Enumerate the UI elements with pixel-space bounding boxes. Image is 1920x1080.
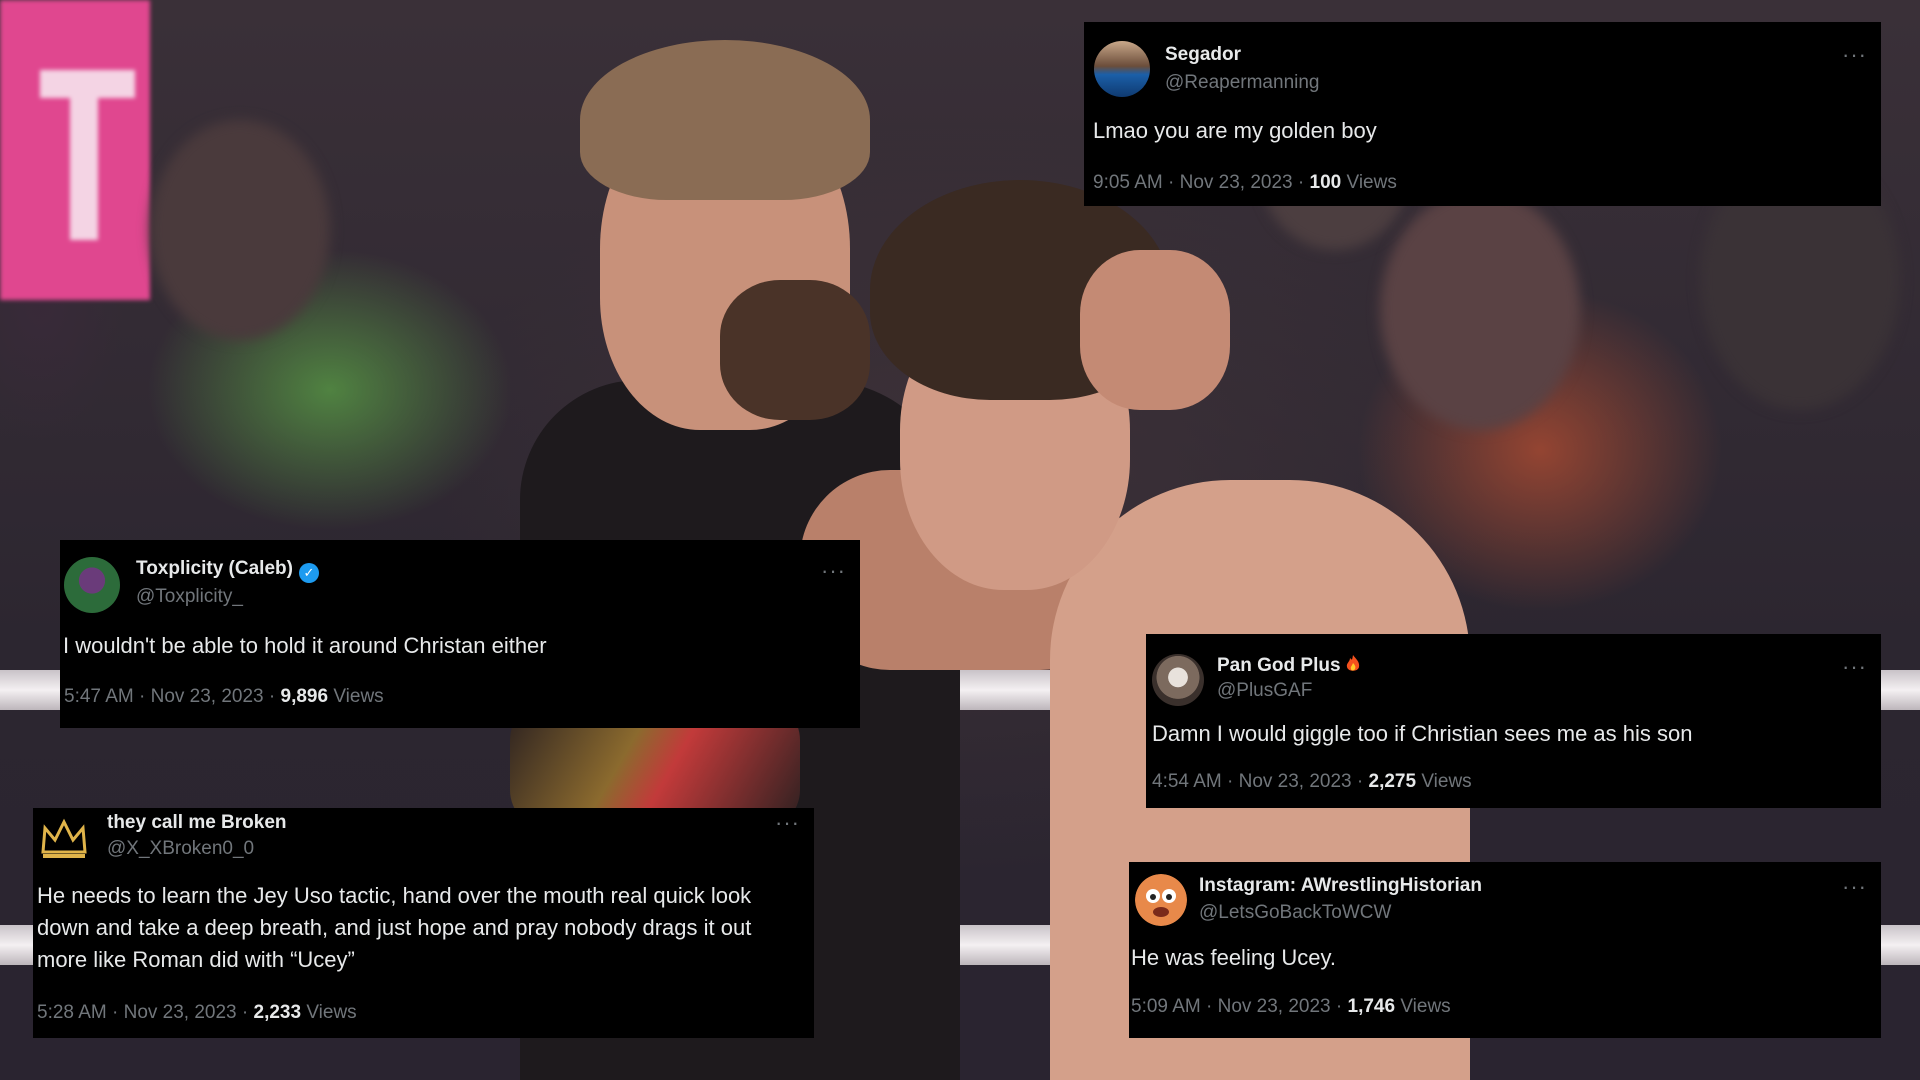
more-options-icon[interactable]: ··· <box>775 812 800 834</box>
display-name[interactable]: they call me Broken <box>107 812 287 834</box>
tweet-card[interactable]: Instagram: AWrestlingHistorian @LetsGoBa… <box>1129 862 1881 1038</box>
wrestler-hand <box>1080 250 1230 410</box>
user-handle[interactable]: @X_XBroken0_0 <box>107 838 254 860</box>
views-count: 2,275 <box>1368 771 1417 792</box>
avatar[interactable] <box>1094 41 1150 97</box>
views-label: Views <box>1395 996 1451 1017</box>
tweet-card[interactable]: Toxplicity (Caleb) ✓ @Toxplicity_ ··· I w… <box>60 540 860 728</box>
tweet-card[interactable]: Pan God Plus @PlusGAF ··· Damn I would g… <box>1146 634 1881 808</box>
timestamp[interactable]: 4:54 AM · Nov 23, 2023 · <box>1152 771 1369 792</box>
views-count: 1,746 <box>1347 996 1396 1017</box>
tweet-text: I wouldn't be able to hold it around Chr… <box>63 633 547 658</box>
user-handle[interactable]: @PlusGAF <box>1217 680 1312 702</box>
crowd-sign <box>0 0 150 300</box>
tweet-meta: 4:54 AM · Nov 23, 2023 · 2,275 Views <box>1152 771 1472 793</box>
tweet-text: He was feeling Ucey. <box>1131 945 1337 970</box>
tweet-meta: 9:05 AM · Nov 23, 2023 · 100 Views <box>1093 172 1397 194</box>
tweet-meta: 5:47 AM · Nov 23, 2023 · 9,896 Views <box>64 686 384 708</box>
display-name[interactable]: Toxplicity (Caleb) <box>136 558 293 579</box>
more-options-icon[interactable]: ··· <box>1842 656 1867 678</box>
avatar[interactable] <box>1135 874 1187 926</box>
views-label: Views <box>1416 771 1472 792</box>
timestamp[interactable]: 9:05 AM · Nov 23, 2023 · <box>1093 172 1310 193</box>
views-label: Views <box>301 1002 357 1023</box>
more-options-icon[interactable]: ··· <box>1842 876 1867 898</box>
crown-icon <box>41 818 87 854</box>
display-name-row[interactable]: Toxplicity (Caleb) ✓ <box>136 558 319 583</box>
display-name[interactable]: Instagram: AWrestlingHistorian <box>1199 875 1482 897</box>
crowd-figure <box>1380 190 1580 430</box>
views-label: Views <box>1341 172 1397 193</box>
views-label: Views <box>328 686 384 707</box>
user-handle[interactable]: @LetsGoBackToWCW <box>1199 902 1391 924</box>
display-name[interactable]: Pan God Plus <box>1217 655 1341 676</box>
timestamp[interactable]: 5:47 AM · Nov 23, 2023 · <box>64 686 281 707</box>
tweet-meta: 5:28 AM · Nov 23, 2023 · 2,233 Views <box>37 1002 357 1024</box>
user-handle[interactable]: @Reapermanning <box>1165 72 1320 94</box>
crowd-figure <box>150 120 330 340</box>
tweet-text: Damn I would giggle too if Christian see… <box>1152 721 1693 746</box>
user-handle[interactable]: @Toxplicity_ <box>136 586 243 608</box>
views-count: 2,233 <box>253 1002 302 1023</box>
views-count: 9,896 <box>280 686 329 707</box>
avatar[interactable] <box>64 557 120 613</box>
display-name-row[interactable]: Pan God Plus <box>1217 654 1362 677</box>
more-options-icon[interactable]: ··· <box>821 560 846 582</box>
timestamp[interactable]: 5:28 AM · Nov 23, 2023 · <box>37 1002 254 1023</box>
wrestler-hair <box>580 40 870 200</box>
verified-badge-icon: ✓ <box>298 563 319 583</box>
timestamp[interactable]: 5:09 AM · Nov 23, 2023 · <box>1131 996 1348 1017</box>
avatar[interactable] <box>1152 654 1204 706</box>
more-options-icon[interactable]: ··· <box>1842 44 1867 66</box>
views-count: 100 <box>1309 172 1342 193</box>
display-name[interactable]: Segador <box>1165 44 1241 66</box>
avatar[interactable] <box>39 814 89 864</box>
tweet-card[interactable]: they call me Broken @X_XBroken0_0 ··· He… <box>33 808 814 1038</box>
tweet-text: He needs to learn the Jey Uso tactic, ha… <box>37 883 752 972</box>
tweet-meta: 5:09 AM · Nov 23, 2023 · 1,746 Views <box>1131 996 1451 1018</box>
tweet-card[interactable]: Segador @Reapermanning ··· Lmao you are … <box>1084 22 1881 206</box>
wrestler-beard <box>720 280 870 420</box>
tweet-text: Lmao you are my golden boy <box>1093 118 1377 143</box>
fire-emoji-icon <box>1346 655 1359 671</box>
